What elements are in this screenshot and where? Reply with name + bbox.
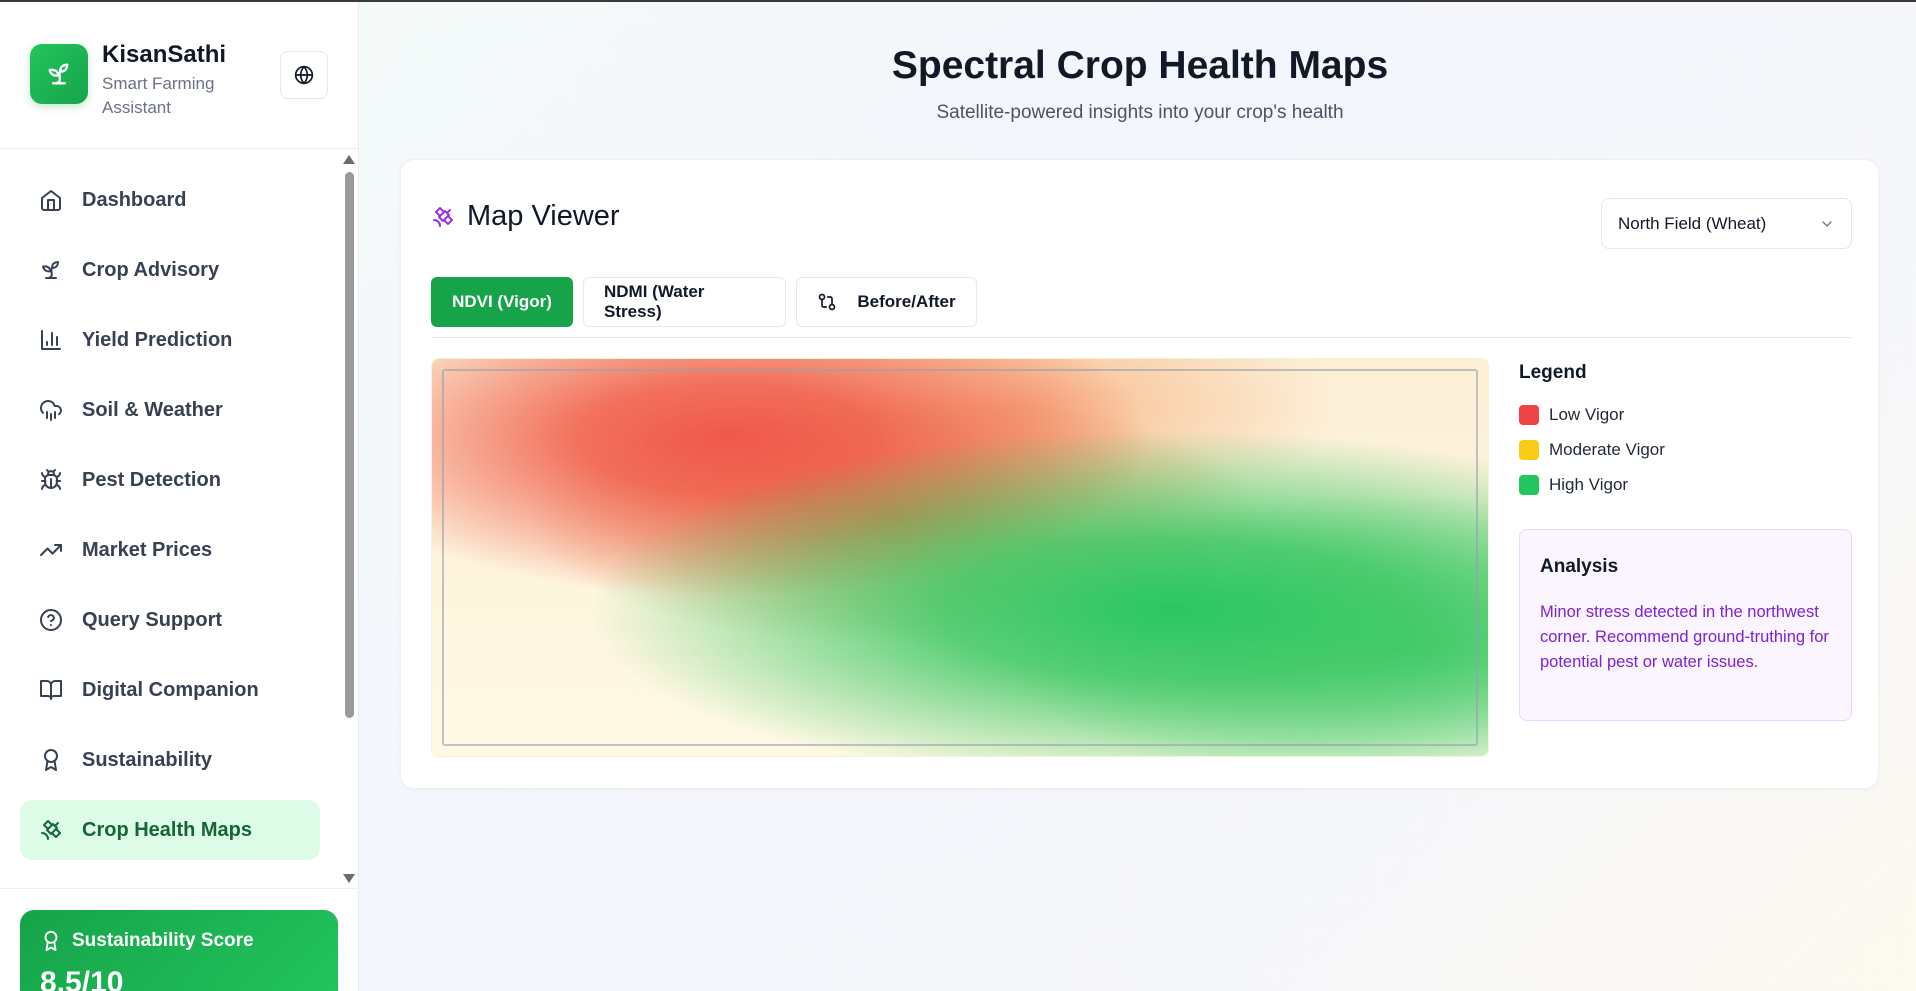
legend-swatch <box>1519 474 1539 495</box>
map-viewer-title: Map Viewer <box>467 200 620 232</box>
tab-label: Before/After <box>857 292 956 311</box>
award-icon <box>40 930 62 952</box>
tab-label: NDMI (Water Stress) <box>604 282 705 321</box>
brand: KisanSathi Smart Farming Assistant <box>30 41 242 120</box>
field-select[interactable]: North Field (Wheat) <box>1601 198 1852 249</box>
award-icon <box>38 747 64 773</box>
sidebar-item-label: Crop Advisory <box>82 258 220 281</box>
book-open-icon <box>38 677 64 703</box>
sidebar-item-pest-detection[interactable]: Pest Detection <box>20 450 320 510</box>
sidebar-item-query-support[interactable]: Query Support <box>20 590 320 650</box>
map-layer-tabs: NDVI (Vigor) NDMI (Water Stress) Before/… <box>431 277 987 327</box>
sidebar-item-label: Pest Detection <box>82 468 221 491</box>
sidebar-item-label: Soil & Weather <box>82 398 223 421</box>
tab-ndmi[interactable]: NDMI (Water Stress) <box>583 277 786 327</box>
scroll-down-arrow[interactable] <box>343 874 355 883</box>
language-button[interactable] <box>280 51 328 99</box>
legend-swatch <box>1519 404 1539 425</box>
tab-label: NDVI (Vigor) <box>452 292 552 311</box>
legend-item-moderate: Moderate Vigor <box>1519 439 1849 460</box>
bug-icon <box>38 467 64 493</box>
divider <box>0 888 359 889</box>
divider <box>431 337 1852 338</box>
sustainability-score-card: Sustainability Score 8.5/10 <box>20 910 338 991</box>
legend: Legend Low Vigor Moderate Vigor High Vig… <box>1519 362 1849 509</box>
sidebar-item-sustainability[interactable]: Sustainability <box>20 730 320 790</box>
scroll-up-arrow[interactable] <box>343 155 355 164</box>
sprout-icon <box>38 257 64 283</box>
scrollbar-thumb[interactable] <box>345 172 354 718</box>
legend-label: High Vigor <box>1549 474 1629 494</box>
field-select-value: North Field (Wheat) <box>1618 213 1767 233</box>
brand-subtitle: Smart Farming Assistant <box>102 74 215 117</box>
map-viewer-card: Map Viewer North Field (Wheat) NDVI (Vig… <box>400 159 1879 789</box>
sidebar-item-yield-prediction[interactable]: Yield Prediction <box>20 310 320 370</box>
legend-title: Legend <box>1519 362 1587 383</box>
page-subtitle: Satellite-powered insights into your cro… <box>936 102 1344 123</box>
brand-name: KisanSathi <box>102 41 227 68</box>
sidebar: KisanSathi Smart Farming Assistant Dashb… <box>0 2 359 991</box>
score-title: Sustainability Score <box>72 930 254 951</box>
sidebar-item-market-prices[interactable]: Market Prices <box>20 520 320 580</box>
sidebar-item-label: Yield Prediction <box>82 328 233 351</box>
sidebar-item-label: Dashboard <box>82 188 187 211</box>
sidebar-nav: Dashboard Crop Advisory Yield Prediction… <box>20 170 320 870</box>
legend-label: Low Vigor <box>1549 404 1625 424</box>
home-icon <box>38 187 64 213</box>
page-title: Spectral Crop Health Maps <box>891 44 1389 87</box>
tab-before-after[interactable]: Before/After <box>796 277 977 327</box>
sidebar-item-label: Sustainability <box>82 748 213 771</box>
trending-up-icon <box>38 537 64 563</box>
sidebar-item-label: Crop Health Maps <box>82 818 253 841</box>
field-boundary <box>442 369 1478 746</box>
sidebar-item-crop-health-maps[interactable]: Crop Health Maps <box>20 800 320 860</box>
sidebar-item-digital-companion[interactable]: Digital Companion <box>20 660 320 720</box>
chevron-down-icon <box>1819 216 1835 232</box>
tab-ndvi[interactable]: NDVI (Vigor) <box>431 277 573 327</box>
sidebar-item-soil-weather[interactable]: Soil & Weather <box>20 380 320 440</box>
analysis-box: Analysis Minor stress detected in the no… <box>1519 529 1852 721</box>
ndvi-heatmap[interactable] <box>431 358 1489 757</box>
compare-arrows-icon <box>817 292 837 312</box>
legend-swatch <box>1519 439 1539 460</box>
analysis-title: Analysis <box>1540 556 1619 577</box>
sprout-icon <box>30 44 88 104</box>
sidebar-item-label: Query Support <box>82 608 223 631</box>
help-circle-icon <box>38 607 64 633</box>
satellite-icon <box>431 205 455 229</box>
score-value: 8.5/10 <box>40 966 124 991</box>
globe-icon <box>294 65 314 85</box>
analysis-text: Minor stress detected in the northwest c… <box>1540 603 1829 671</box>
sidebar-item-dashboard[interactable]: Dashboard <box>20 170 320 230</box>
satellite-icon <box>38 817 64 843</box>
divider <box>0 148 359 149</box>
bar-chart-icon <box>38 327 64 353</box>
legend-label: Moderate Vigor <box>1549 439 1665 459</box>
cloud-rain-icon <box>38 397 64 423</box>
sidebar-item-crop-advisory[interactable]: Crop Advisory <box>20 240 320 300</box>
sidebar-item-label: Digital Companion <box>82 678 259 701</box>
sidebar-item-label: Market Prices <box>82 538 213 561</box>
legend-item-high: High Vigor <box>1519 474 1849 495</box>
legend-item-low: Low Vigor <box>1519 404 1849 425</box>
